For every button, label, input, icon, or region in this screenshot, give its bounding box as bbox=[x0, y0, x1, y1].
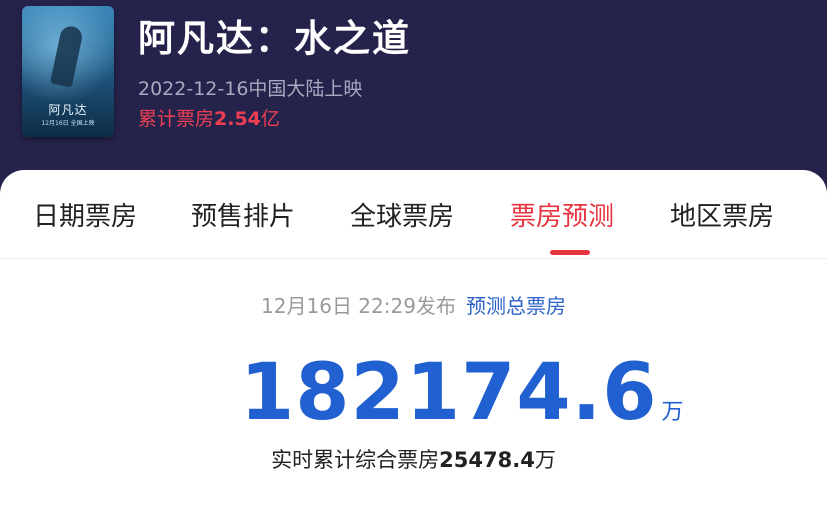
realtime-value: 25478.4 bbox=[439, 448, 535, 472]
tab-regional-box-office[interactable]: 地区票房 bbox=[670, 196, 774, 233]
forecast-value: 182174.6 bbox=[240, 348, 658, 438]
poster-subtitle: 12月16日 全国上映 bbox=[41, 120, 95, 127]
forecast-unit: 万 bbox=[661, 400, 684, 425]
forecast-total-link[interactable]: 预测总票房 bbox=[466, 294, 566, 318]
box-office-unit: 亿 bbox=[260, 108, 280, 130]
tab-box-office-forecast[interactable]: 票房预测 bbox=[510, 196, 614, 233]
movie-title: 阿凡达：水之道 bbox=[138, 17, 411, 60]
forecast-total: 182174.6 万 bbox=[240, 348, 684, 438]
release-info: 2022-12-16中国大陆上映 bbox=[138, 78, 363, 100]
tab-bar: 日期票房 预售排片 全球票房 票房预测 地区票房 bbox=[0, 170, 827, 259]
poster-title: 阿凡达 bbox=[48, 103, 88, 117]
cumulative-box-office: 累计票房2.54亿 bbox=[138, 104, 280, 131]
tab-presale-schedule[interactable]: 预售排片 bbox=[191, 196, 295, 233]
tab-global-box-office[interactable]: 全球票房 bbox=[350, 196, 454, 233]
publish-time: 12月16日 22:29发布 bbox=[261, 294, 456, 318]
realtime-unit: 万 bbox=[534, 448, 556, 472]
box-office-value: 2.54 bbox=[214, 108, 261, 130]
realtime-label: 实时累计综合票房 bbox=[271, 448, 440, 472]
movie-poster[interactable]: 阿凡达 12月16日 全国上映 bbox=[22, 6, 114, 137]
forecast-meta: 12月16日 22:29发布 预测总票房 bbox=[0, 290, 827, 319]
tab-daily-box-office[interactable]: 日期票房 bbox=[33, 196, 137, 233]
content-card: 日期票房 预售排片 全球票房 票房预测 地区票房 12月16日 22:29发布预… bbox=[0, 170, 827, 509]
realtime-box-office: 实时累计综合票房25478.4万 bbox=[0, 444, 827, 474]
box-office-label: 累计票房 bbox=[138, 108, 215, 130]
active-tab-indicator bbox=[550, 250, 590, 255]
